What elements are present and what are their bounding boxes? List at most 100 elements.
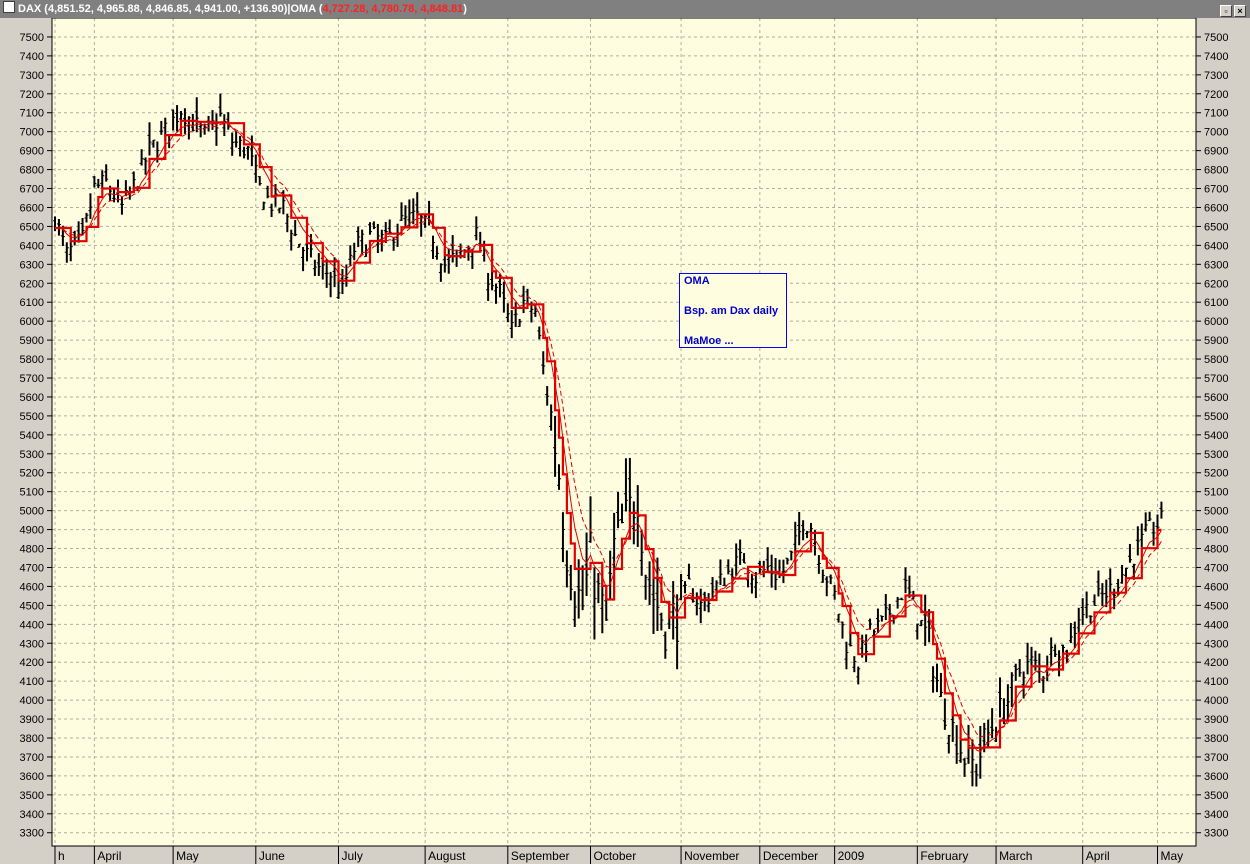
y-tick-label: 4700	[1204, 562, 1228, 574]
x-tick-label: June	[259, 849, 285, 863]
right-price-axis: 3300 3400 3500 3600 3700 3800 3900 4000 4100 4200…	[1196, 32, 1228, 840]
y-tick-label: 6500	[1204, 221, 1228, 233]
y-tick-label: 6600	[20, 202, 44, 214]
window-menu-icon[interactable]	[3, 1, 15, 13]
annotation-title: OMA	[684, 275, 710, 287]
y-tick-label: 6100	[1204, 297, 1228, 309]
y-tick-label: 4300	[20, 638, 44, 650]
x-tick-label: h	[58, 849, 65, 863]
y-tick-label: 4800	[20, 544, 44, 556]
window-titlebar[interactable]: DAX (4,851.52, 4,965.88, 4,846.85, 4,941…	[0, 0, 1250, 18]
symbol-name: DAX	[18, 3, 42, 15]
chart-window: DAX (4,851.52, 4,965.88, 4,846.85, 4,941…	[0, 0, 1250, 864]
y-tick-label: 5200	[20, 468, 44, 480]
y-tick-label: 6800	[1204, 165, 1228, 177]
y-tick-label: 6200	[20, 278, 44, 290]
y-tick-label: 4500	[20, 600, 44, 612]
time-axis: h April May June July August September October N…	[0, 846, 1250, 864]
y-tick-label: 3900	[20, 714, 44, 726]
y-tick-label: 4000	[1204, 695, 1228, 707]
y-tick-label: 3700	[20, 752, 44, 764]
x-tick-label: December	[763, 849, 818, 863]
annotation-line: Bsp. am Dax daily	[684, 305, 779, 317]
y-tick-label: 5700	[20, 373, 44, 385]
y-tick-label: 4700	[20, 562, 44, 574]
y-tick-label: 4200	[1204, 657, 1228, 669]
x-tick-label: April	[97, 849, 121, 863]
y-tick-label: 6500	[20, 221, 44, 233]
close-icon[interactable]: ×	[1234, 5, 1246, 17]
y-tick-label: 5300	[1204, 449, 1228, 461]
y-tick-label: 5800	[20, 354, 44, 366]
y-tick-label: 7400	[20, 51, 44, 63]
y-tick-label: 6300	[20, 259, 44, 271]
x-tick-label: April	[1086, 849, 1110, 863]
y-tick-label: 4900	[1204, 525, 1228, 537]
x-tick-label: March	[999, 849, 1032, 863]
y-tick-label: 5000	[20, 506, 44, 518]
y-tick-label: 6000	[20, 316, 44, 328]
y-tick-label: 5000	[1204, 506, 1228, 518]
y-tick-label: 5200	[1204, 468, 1228, 480]
y-tick-label: 7300	[20, 70, 44, 82]
y-tick-label: 3800	[20, 733, 44, 745]
y-tick-label: 4400	[20, 619, 44, 631]
y-tick-label: 6100	[20, 297, 44, 309]
plot-area	[52, 18, 1196, 846]
y-tick-label: 7500	[1204, 32, 1228, 44]
y-tick-label: 5900	[1204, 335, 1228, 347]
y-tick-label: 6800	[20, 165, 44, 177]
y-tick-label: 6700	[1204, 184, 1228, 196]
y-tick-label: 3900	[1204, 714, 1228, 726]
price-chart[interactable]: 3300 3400 3500 3600 3700 3800 3900 4000 4100 4200…	[0, 18, 1250, 864]
y-tick-label: 3500	[1204, 790, 1228, 802]
annotation-box[interactable]: OMA Bsp. am Dax daily MaMoe ...	[679, 273, 787, 348]
y-tick-label: 4800	[1204, 544, 1228, 556]
y-tick-label: 7100	[20, 108, 44, 120]
y-tick-label: 6900	[1204, 146, 1228, 158]
y-tick-label: 6600	[1204, 202, 1228, 214]
y-tick-label: 5600	[20, 392, 44, 404]
x-tick-label: May	[176, 849, 199, 863]
y-tick-label: 3600	[1204, 771, 1228, 783]
y-tick-label: 4000	[20, 695, 44, 707]
y-tick-label: 6300	[1204, 259, 1228, 271]
indicator-values: 4,727.28, 4,780.78, 4,848.81	[322, 3, 464, 15]
y-tick-label: 3400	[1204, 809, 1228, 821]
x-tick-label: 2009	[838, 849, 865, 863]
x-tick-label: September	[511, 849, 570, 863]
y-tick-label: 5800	[1204, 354, 1228, 366]
y-tick-label: 4900	[20, 525, 44, 537]
y-tick-label: 3300	[1204, 828, 1228, 840]
y-tick-label: 6900	[20, 146, 44, 158]
y-tick-label: 4500	[1204, 600, 1228, 612]
y-tick-label: 3700	[1204, 752, 1228, 764]
y-tick-label: 7300	[1204, 70, 1228, 82]
x-tick-label: July	[342, 849, 363, 863]
indicator-close-paren: )	[463, 3, 467, 15]
y-tick-label: 6400	[20, 240, 44, 252]
y-tick-label: 3800	[1204, 733, 1228, 745]
y-tick-label: 7500	[20, 32, 44, 44]
x-tick-label: October	[594, 849, 637, 863]
y-tick-label: 6700	[20, 184, 44, 196]
y-tick-label: 6400	[1204, 240, 1228, 252]
y-tick-label: 6200	[1204, 278, 1228, 290]
y-tick-label: 5400	[1204, 430, 1228, 442]
y-tick-label: 5400	[20, 430, 44, 442]
y-tick-label: 7200	[20, 89, 44, 101]
y-tick-label: 4100	[1204, 676, 1228, 688]
y-tick-label: 7400	[1204, 51, 1228, 63]
y-tick-label: 7200	[1204, 89, 1228, 101]
x-tick-label: August	[428, 849, 466, 863]
x-tick-label: February	[920, 849, 968, 863]
y-tick-label: 4200	[20, 657, 44, 669]
x-tick-label: May	[1161, 849, 1184, 863]
y-tick-label: 7000	[1204, 127, 1228, 139]
annotation-author: MaMoe ...	[684, 335, 734, 347]
indicator-name: OMA	[290, 3, 316, 15]
y-tick-label: 4300	[1204, 638, 1228, 650]
restore-icon[interactable]: ▫	[1220, 5, 1232, 17]
y-tick-label: 3500	[20, 790, 44, 802]
y-tick-label: 3400	[20, 809, 44, 821]
